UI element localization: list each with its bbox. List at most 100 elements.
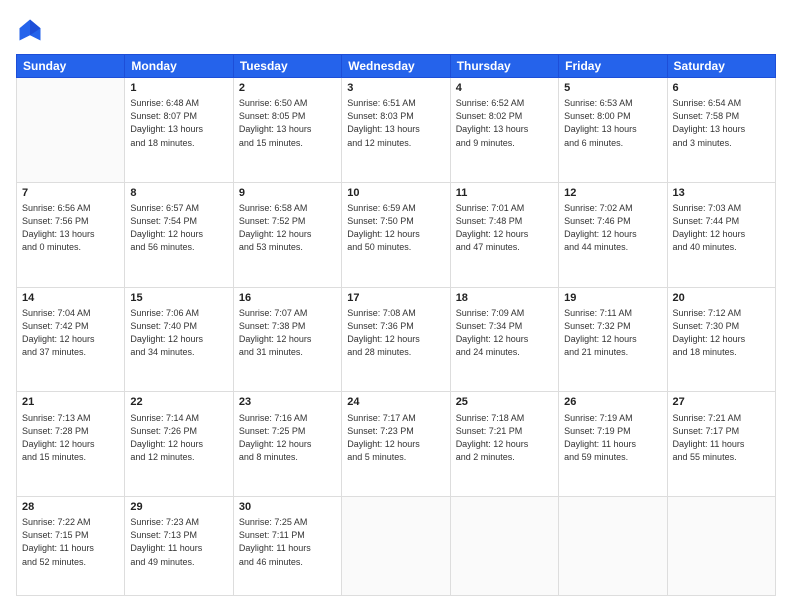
calendar-cell: 11Sunrise: 7:01 AMSunset: 7:48 PMDayligh… [450, 182, 558, 287]
day-number: 30 [239, 500, 336, 515]
calendar-cell: 17Sunrise: 7:08 AMSunset: 7:36 PMDayligh… [342, 287, 450, 392]
page: SundayMondayTuesdayWednesdayThursdayFrid… [0, 0, 792, 612]
calendar-cell: 2Sunrise: 6:50 AMSunset: 8:05 PMDaylight… [233, 78, 341, 183]
day-number: 27 [673, 395, 770, 410]
calendar-cell: 25 Sunrise: 7:18 AMSunset: 7:21 PMDayligh… [450, 392, 558, 497]
day-number: 14 [22, 291, 119, 306]
day-header-saturday: Saturday [667, 55, 775, 78]
cell-info: Sunrise: 7:22 AMSunset: 7:15 PMDaylight:… [22, 516, 119, 568]
calendar-cell: 7Sunrise: 6:56 AMSunset: 7:56 PMDaylight… [17, 182, 125, 287]
logo [16, 16, 48, 44]
day-number: 11 [456, 186, 553, 201]
calendar-cell: 4Sunrise: 6:52 AMSunset: 8:02 PMDaylight… [450, 78, 558, 183]
calendar-cell: 28Sunrise: 7:22 AMSunset: 7:15 PMDayligh… [17, 497, 125, 596]
calendar-cell: 12Sunrise: 7:02 AMSunset: 7:46 PMDayligh… [559, 182, 667, 287]
cell-info: Sunrise: 7:13 AMSunset: 7:28 PMDaylight:… [22, 412, 119, 464]
cell-info: Sunrise: 6:56 AMSunset: 7:56 PMDaylight:… [22, 202, 119, 254]
cell-info: Sunrise: 6:52 AMSunset: 8:02 PMDaylight:… [456, 97, 553, 149]
cell-info: Sunrise: 6:53 AMSunset: 8:00 PMDaylight:… [564, 97, 661, 149]
calendar-cell: 15Sunrise: 7:06 AMSunset: 7:40 PMDayligh… [125, 287, 233, 392]
calendar-cell: 29Sunrise: 7:23 AMSunset: 7:13 PMDayligh… [125, 497, 233, 596]
day-number: 10 [347, 186, 444, 201]
day-number: 12 [564, 186, 661, 201]
cell-info: Sunrise: 7:14 AMSunset: 7:26 PMDaylight:… [130, 412, 227, 464]
cell-info: Sunrise: 7:17 AMSunset: 7:23 PMDaylight:… [347, 412, 444, 464]
cell-info: Sunrise: 7:07 AMSunset: 7:38 PMDaylight:… [239, 307, 336, 359]
calendar-cell: 10Sunrise: 6:59 AMSunset: 7:50 PMDayligh… [342, 182, 450, 287]
day-number: 2 [239, 81, 336, 96]
calendar-cell: 18Sunrise: 7:09 AMSunset: 7:34 PMDayligh… [450, 287, 558, 392]
calendar-cell: 5Sunrise: 6:53 AMSunset: 8:00 PMDaylight… [559, 78, 667, 183]
day-number: 15 [130, 291, 227, 306]
cell-info: Sunrise: 7:18 AMSunset: 7:21 PMDaylight:… [456, 412, 553, 464]
cell-info: Sunrise: 7:21 AMSunset: 7:17 PMDaylight:… [673, 412, 770, 464]
day-number: 28 [22, 500, 119, 515]
cell-info: Sunrise: 7:04 AMSunset: 7:42 PMDaylight:… [22, 307, 119, 359]
week-row-5: 28Sunrise: 7:22 AMSunset: 7:15 PMDayligh… [17, 497, 776, 596]
calendar-cell [450, 497, 558, 596]
cell-info: Sunrise: 6:54 AMSunset: 7:58 PMDaylight:… [673, 97, 770, 149]
week-row-1: 1Sunrise: 6:48 AMSunset: 8:07 PMDaylight… [17, 78, 776, 183]
cell-info: Sunrise: 7:02 AMSunset: 7:46 PMDaylight:… [564, 202, 661, 254]
calendar-cell: 9Sunrise: 6:58 AMSunset: 7:52 PMDaylight… [233, 182, 341, 287]
calendar-cell: 21 Sunrise: 7:13 AMSunset: 7:28 PMDayligh… [17, 392, 125, 497]
day-number: 7 [22, 186, 119, 201]
calendar-cell: 3Sunrise: 6:51 AMSunset: 8:03 PMDaylight… [342, 78, 450, 183]
day-number: 3 [347, 81, 444, 96]
week-row-4: 21 Sunrise: 7:13 AMSunset: 7:28 PMDayligh… [17, 392, 776, 497]
day-header-tuesday: Tuesday [233, 55, 341, 78]
day-number: 25 [456, 395, 553, 410]
day-number: 23 [239, 395, 336, 410]
day-number: 24 [347, 395, 444, 410]
day-number: 1 [130, 81, 227, 96]
calendar-cell: 19Sunrise: 7:11 AMSunset: 7:32 PMDayligh… [559, 287, 667, 392]
day-header-thursday: Thursday [450, 55, 558, 78]
calendar-cell: 13Sunrise: 7:03 AMSunset: 7:44 PMDayligh… [667, 182, 775, 287]
cell-info: Sunrise: 7:12 AMSunset: 7:30 PMDaylight:… [673, 307, 770, 359]
cell-info: Sunrise: 6:59 AMSunset: 7:50 PMDaylight:… [347, 202, 444, 254]
calendar-cell: 26Sunrise: 7:19 AMSunset: 7:19 PMDayligh… [559, 392, 667, 497]
day-number: 21 [22, 395, 119, 410]
day-header-wednesday: Wednesday [342, 55, 450, 78]
calendar-cell: 23 Sunrise: 7:16 AMSunset: 7:25 PMDayligh… [233, 392, 341, 497]
day-number: 16 [239, 291, 336, 306]
cell-info: Sunrise: 6:58 AMSunset: 7:52 PMDaylight:… [239, 202, 336, 254]
day-number: 20 [673, 291, 770, 306]
day-number: 17 [347, 291, 444, 306]
day-number: 9 [239, 186, 336, 201]
calendar-cell: 27 Sunrise: 7:21 AMSunset: 7:17 PMDayligh… [667, 392, 775, 497]
cell-info: Sunrise: 7:08 AMSunset: 7:36 PMDaylight:… [347, 307, 444, 359]
cell-info: Sunrise: 6:48 AMSunset: 8:07 PMDaylight:… [130, 97, 227, 149]
calendar-cell: 1Sunrise: 6:48 AMSunset: 8:07 PMDaylight… [125, 78, 233, 183]
day-header-monday: Monday [125, 55, 233, 78]
cell-info: Sunrise: 7:03 AMSunset: 7:44 PMDaylight:… [673, 202, 770, 254]
calendar-cell: 20Sunrise: 7:12 AMSunset: 7:30 PMDayligh… [667, 287, 775, 392]
cell-info: Sunrise: 7:09 AMSunset: 7:34 PMDaylight:… [456, 307, 553, 359]
cell-info: Sunrise: 6:51 AMSunset: 8:03 PMDaylight:… [347, 97, 444, 149]
cell-info: Sunrise: 7:19 AMSunset: 7:19 PMDaylight:… [564, 412, 661, 464]
calendar-cell: 22Sunrise: 7:14 AMSunset: 7:26 PMDayligh… [125, 392, 233, 497]
cell-info: Sunrise: 7:06 AMSunset: 7:40 PMDaylight:… [130, 307, 227, 359]
cell-info: Sunrise: 6:57 AMSunset: 7:54 PMDaylight:… [130, 202, 227, 254]
day-number: 5 [564, 81, 661, 96]
logo-icon [16, 16, 44, 44]
week-row-2: 7Sunrise: 6:56 AMSunset: 7:56 PMDaylight… [17, 182, 776, 287]
calendar-cell [17, 78, 125, 183]
cell-info: Sunrise: 7:16 AMSunset: 7:25 PMDaylight:… [239, 412, 336, 464]
day-number: 8 [130, 186, 227, 201]
calendar-cell: 24 Sunrise: 7:17 AMSunset: 7:23 PMDayligh… [342, 392, 450, 497]
calendar-cell [559, 497, 667, 596]
calendar-cell [342, 497, 450, 596]
cell-info: Sunrise: 7:25 AMSunset: 7:11 PMDaylight:… [239, 516, 336, 568]
day-header-sunday: Sunday [17, 55, 125, 78]
calendar-cell: 16Sunrise: 7:07 AMSunset: 7:38 PMDayligh… [233, 287, 341, 392]
cell-info: Sunrise: 7:11 AMSunset: 7:32 PMDaylight:… [564, 307, 661, 359]
calendar-cell: 6Sunrise: 6:54 AMSunset: 7:58 PMDaylight… [667, 78, 775, 183]
day-number: 29 [130, 500, 227, 515]
calendar-cell: 14Sunrise: 7:04 AMSunset: 7:42 PMDayligh… [17, 287, 125, 392]
day-number: 4 [456, 81, 553, 96]
day-number: 13 [673, 186, 770, 201]
calendar-header-row: SundayMondayTuesdayWednesdayThursdayFrid… [17, 55, 776, 78]
cell-info: Sunrise: 7:23 AMSunset: 7:13 PMDaylight:… [130, 516, 227, 568]
calendar-cell [667, 497, 775, 596]
